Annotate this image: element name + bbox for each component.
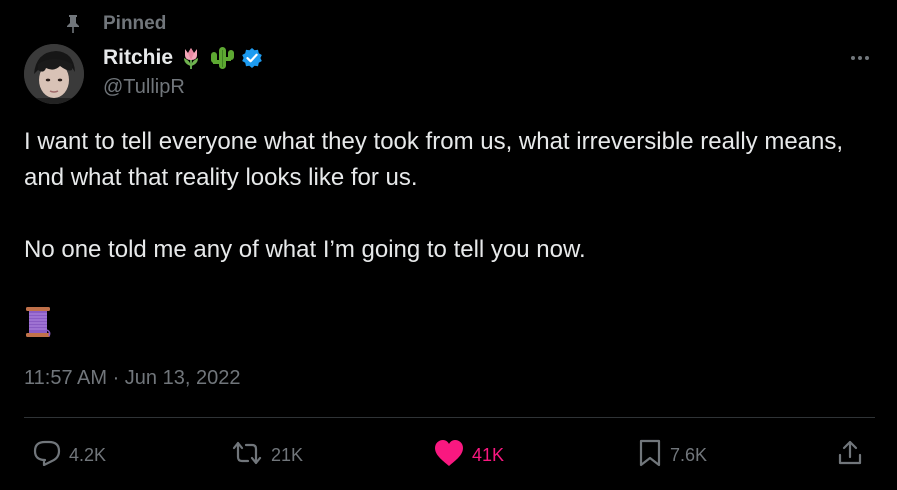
- divider: [24, 417, 875, 418]
- more-dot-icon: [865, 56, 869, 60]
- like-count: 41K: [472, 444, 505, 465]
- more-dot-icon: [851, 56, 855, 60]
- more-dot-icon: [858, 56, 862, 60]
- bookmark-button[interactable]: 7.6K: [638, 439, 708, 472]
- tweet-timestamp[interactable]: 11:57 AM · Jun 13, 2022: [24, 367, 240, 390]
- like-button[interactable]: 41K: [434, 439, 505, 472]
- pinned-indicator: Pinned: [63, 12, 166, 36]
- reply-button[interactable]: 4.2K: [33, 440, 106, 470]
- tweet-text: I want to tell everyone what they took f…: [24, 124, 874, 268]
- tweet-paragraph: No one told me any of what I’m going to …: [24, 236, 586, 263]
- bookmark-icon: [638, 439, 662, 472]
- avatar[interactable]: [24, 44, 84, 104]
- author-handle[interactable]: @TullipR: [103, 76, 185, 99]
- pinned-label: Pinned: [103, 13, 167, 34]
- pin-icon: [63, 14, 83, 34]
- tulip-emoji: [179, 46, 203, 70]
- author-name-row[interactable]: Ritchie: [103, 44, 263, 72]
- more-options-button[interactable]: [846, 46, 874, 70]
- verified-badge-icon[interactable]: [241, 47, 263, 69]
- heart-filled-icon: [434, 439, 464, 472]
- repost-button[interactable]: 21K: [231, 440, 303, 470]
- author-display-name[interactable]: Ritchie: [103, 46, 173, 70]
- tweet-paragraph: I want to tell everyone what they took f…: [24, 128, 844, 191]
- cactus-emoji: [209, 46, 235, 70]
- thread-spool-emoji: [25, 306, 51, 343]
- bookmark-count: 7.6K: [670, 444, 708, 465]
- share-button[interactable]: [836, 440, 864, 470]
- reply-count: 4.2K: [69, 444, 107, 465]
- share-icon: [836, 439, 864, 472]
- repost-icon: [231, 440, 263, 471]
- reply-icon: [33, 440, 61, 471]
- repost-count: 21K: [271, 444, 304, 465]
